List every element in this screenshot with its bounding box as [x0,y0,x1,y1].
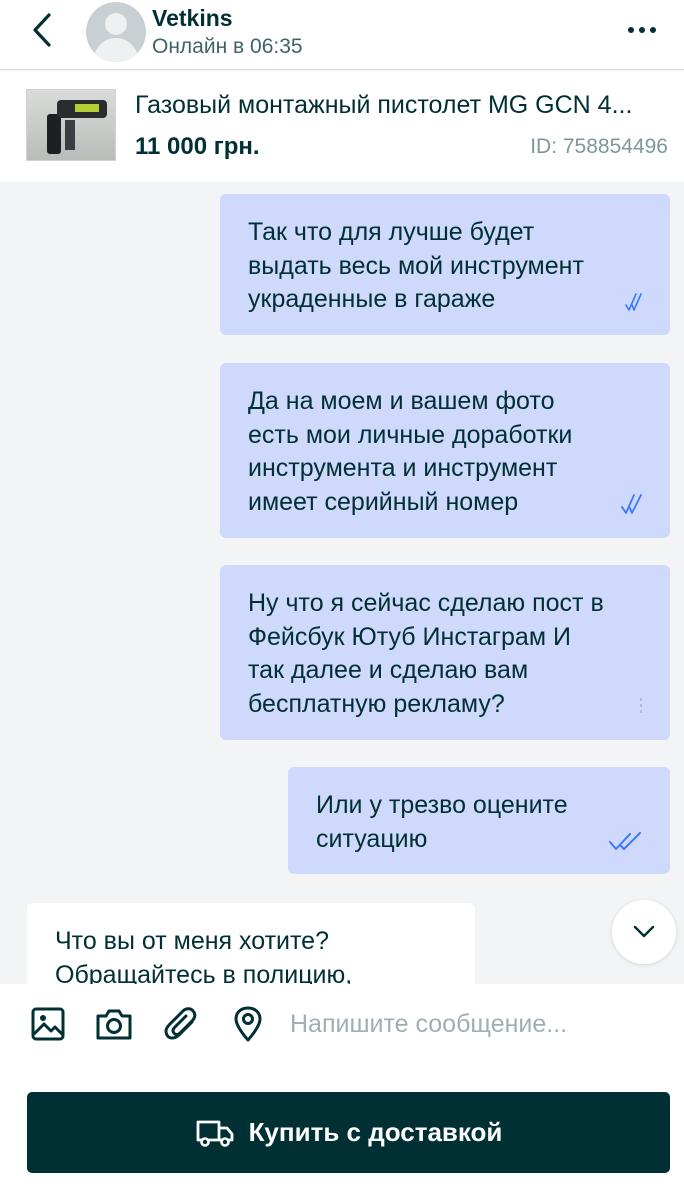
outgoing-message[interactable]: Так что для лучше будет выдать весь мой … [220,194,670,335]
listing-price: 11 000 грн. [135,133,260,160]
read-checks-icon [609,832,641,850]
listing-title[interactable]: Газовый монтажный пистолет MG GCN 4... [135,91,675,120]
avatar[interactable] [86,2,146,62]
chat-header: Vetkins Онлайн в 06:35 [0,0,684,70]
message-text: Ну что я сейчас сделаю пост в Фейсбук Ют… [248,589,604,718]
chevron-left-icon [33,13,51,47]
attach-image-button[interactable] [28,1004,68,1044]
user-status: Онлайн в 06:35 [152,35,303,58]
outgoing-message[interactable]: Ну что я сейчас сделаю пост в Фейсбук Ют… [220,565,670,740]
buy-button-label: Купить с доставкой [248,1117,503,1147]
listing-id: ID: 758854496 [530,135,668,158]
message-text: Да на моем и вашем фото есть мои личные … [248,387,573,516]
message-list[interactable]: Так что для лучше будет выдать весь мой … [0,182,684,984]
more-dots-icon [628,27,634,33]
message-input[interactable] [290,1002,670,1046]
location-pin-icon [234,1006,262,1042]
back-button[interactable] [22,10,62,50]
buy-with-delivery-button[interactable]: Купить с доставкой [27,1092,670,1173]
incoming-message[interactable]: Что вы от меня хотите? Обращайтесь в пол… [27,903,475,984]
read-checks-icon [625,293,642,311]
outgoing-message[interactable]: Да на моем и вашем фото есть мои личные … [220,363,670,538]
message-text: Так что для лучше будет выдать весь мой … [248,218,584,313]
message-text: Что вы от меня хотите? Обращайтесь в пол… [55,927,353,984]
chevron-down-icon [633,925,655,938]
image-icon [31,1007,65,1041]
send-location-button[interactable] [228,1004,268,1044]
paperclip-icon [164,1007,197,1040]
attach-file-button[interactable] [162,1004,202,1044]
outgoing-message[interactable]: Или у трезво оцените ситуацию [288,767,670,874]
composer: Купить с доставкой [0,984,684,1200]
user-name[interactable]: Vetkins [152,5,233,32]
message-text: Или у трезво оцените ситуацию [316,791,568,853]
more-options-button[interactable] [620,14,664,46]
listing-card[interactable]: Газовый монтажный пистолет MG GCN 4... 1… [0,71,684,182]
camera-icon [96,1009,132,1040]
listing-thumbnail[interactable] [26,89,116,161]
camera-button[interactable] [94,1004,134,1044]
sending-indicator-icon [640,698,642,714]
delivery-truck-icon [196,1120,233,1147]
scroll-down-button[interactable] [612,900,676,964]
read-checks-icon [621,494,642,514]
